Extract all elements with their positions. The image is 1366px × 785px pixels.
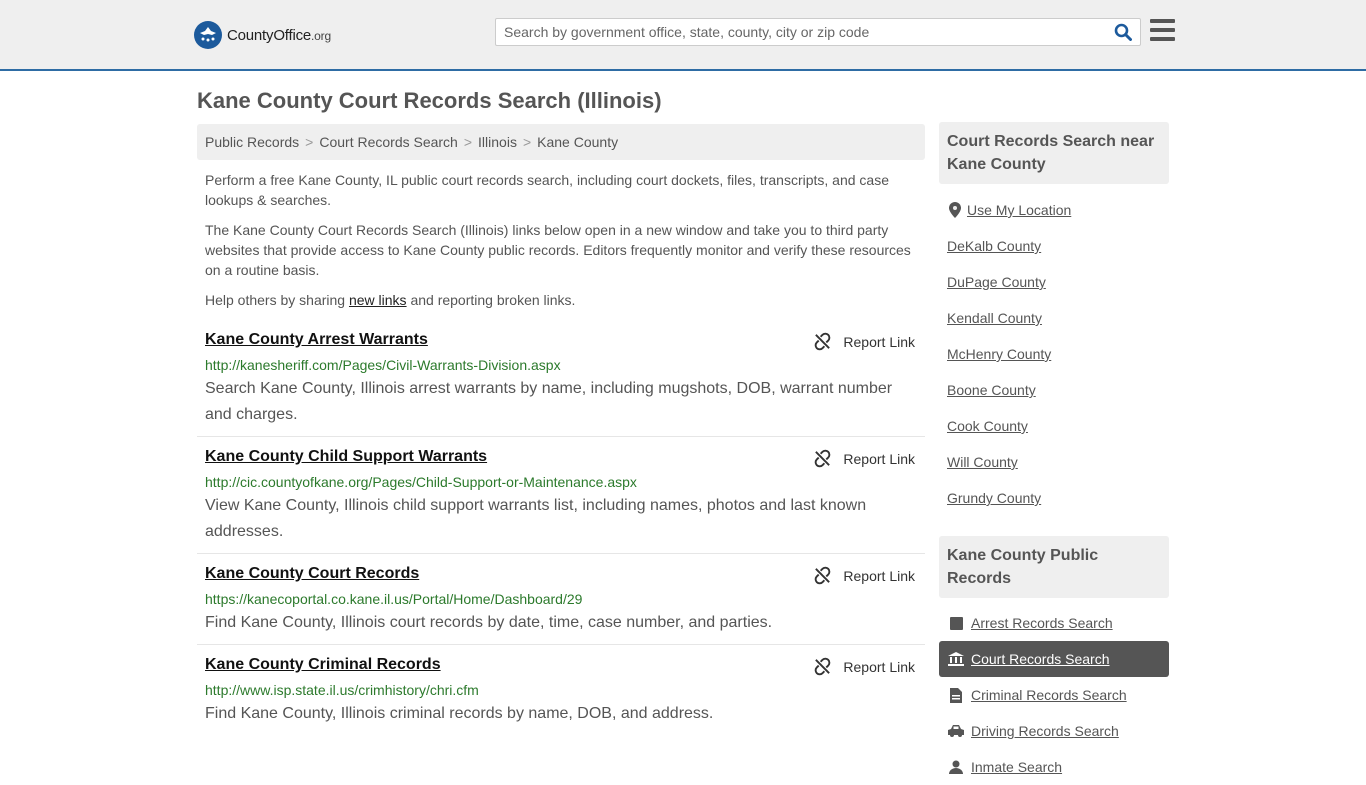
result-title-link[interactable]: Kane County Court Records bbox=[205, 565, 419, 583]
result-url: http://cic.countyofkane.org/Pages/Child-… bbox=[205, 474, 637, 490]
result-description: Find Kane County, Illinois court records… bbox=[205, 614, 773, 631]
breadcrumb-separator: > bbox=[305, 134, 314, 150]
inmate-search-link[interactable]: Inmate Search bbox=[939, 749, 1169, 785]
broken-link-icon bbox=[815, 566, 831, 585]
disclaimer-paragraph: The Kane County Court Records Search (Il… bbox=[205, 222, 911, 278]
nearby-heading: Court Records Search near Kane County bbox=[939, 122, 1169, 184]
report-link-button[interactable]: Report Link bbox=[813, 657, 915, 676]
broken-link-icon bbox=[815, 449, 831, 468]
breadcrumb-separator: > bbox=[463, 134, 473, 150]
nearby-county-link[interactable]: Kendall County bbox=[939, 300, 1169, 336]
public-records-heading: Kane County Public Records bbox=[939, 536, 1169, 598]
breadcrumb-separator: > bbox=[522, 134, 532, 150]
car-icon bbox=[939, 725, 971, 737]
result-url: http://www.isp.state.il.us/crimhistory/c… bbox=[205, 682, 479, 698]
sharing-paragraph: Help others by sharing new links and rep… bbox=[205, 292, 576, 308]
result-url: https://kanecoportal.co.kane.il.us/Porta… bbox=[205, 591, 583, 607]
search-input[interactable] bbox=[496, 19, 1106, 45]
breadcrumb: Public Records > Court Records Search > Illi… bbox=[197, 124, 925, 160]
page-title: Kane County Court Records Search (Illino… bbox=[197, 88, 662, 113]
result-description: View Kane County, Illinois child support… bbox=[205, 497, 867, 540]
arrest-records-search-link[interactable]: Arrest Records Search bbox=[939, 605, 1169, 641]
nearby-county-link[interactable]: Grundy County bbox=[939, 480, 1169, 516]
report-link-button[interactable]: Report Link bbox=[813, 566, 915, 585]
result-item: Kane County Court Records Report Link ht… bbox=[197, 554, 925, 645]
search-box bbox=[495, 18, 1141, 46]
breadcrumb-illinois[interactable]: Illinois bbox=[478, 134, 517, 150]
report-link-button[interactable]: Report Link bbox=[813, 449, 915, 468]
result-item: Kane County Child Support Warrants Repor… bbox=[197, 437, 925, 554]
nearby-county-link[interactable]: Will County bbox=[939, 444, 1169, 480]
result-description: Search Kane County, Illinois arrest warr… bbox=[205, 380, 893, 423]
hamburger-menu-icon[interactable] bbox=[1150, 19, 1175, 41]
result-description: Find Kane County, Illinois criminal reco… bbox=[205, 705, 714, 722]
result-title-link[interactable]: Kane County Arrest Warrants bbox=[205, 331, 428, 349]
result-item: Kane County Arrest Warrants Report Link … bbox=[197, 326, 925, 437]
criminal-records-search-link[interactable]: Criminal Records Search bbox=[939, 677, 1169, 713]
square-icon bbox=[939, 616, 971, 630]
result-item: Kane County Criminal Records Report Link… bbox=[197, 645, 925, 768]
user-icon bbox=[939, 760, 971, 774]
court-records-search-link[interactable]: Court Records Search bbox=[939, 641, 1169, 677]
result-title-link[interactable]: Kane County Child Support Warrants bbox=[205, 448, 487, 466]
use-my-location-link[interactable]: Use My Location bbox=[939, 192, 1169, 228]
breadcrumb-court-records-search[interactable]: Court Records Search bbox=[319, 134, 458, 150]
nearby-county-link[interactable]: McHenry County bbox=[939, 336, 1169, 372]
broken-link-icon bbox=[815, 332, 831, 351]
driving-records-search-link[interactable]: Driving Records Search bbox=[939, 713, 1169, 749]
nearby-county-link[interactable]: Cook County bbox=[939, 408, 1169, 444]
new-links-link[interactable]: new links bbox=[349, 292, 407, 308]
file-icon bbox=[939, 687, 971, 703]
breadcrumb-public-records[interactable]: Public Records bbox=[205, 134, 299, 150]
search-icon[interactable] bbox=[1112, 22, 1134, 42]
location-pin-icon bbox=[939, 202, 967, 218]
breadcrumb-kane-county[interactable]: Kane County bbox=[537, 134, 618, 150]
result-title-link[interactable]: Kane County Criminal Records bbox=[205, 656, 441, 674]
logo-seal-icon bbox=[194, 21, 222, 49]
site-header: CountyOffice.org bbox=[0, 0, 1366, 71]
logo-domain: .org bbox=[311, 28, 331, 43]
report-link-button[interactable]: Report Link bbox=[813, 332, 915, 351]
courthouse-icon bbox=[939, 652, 971, 666]
nearby-county-link[interactable]: DeKalb County bbox=[939, 228, 1169, 264]
nearby-county-link[interactable]: DuPage County bbox=[939, 264, 1169, 300]
site-logo[interactable]: CountyOffice.org bbox=[194, 21, 331, 49]
intro-paragraph: Perform a free Kane County, IL public co… bbox=[205, 172, 889, 208]
logo-wordmark: CountyOffice bbox=[227, 26, 312, 44]
broken-link-icon bbox=[815, 657, 831, 676]
nearby-county-link[interactable]: Boone County bbox=[939, 372, 1169, 408]
result-url: http://kanesheriff.com/Pages/Civil-Warra… bbox=[205, 357, 561, 373]
